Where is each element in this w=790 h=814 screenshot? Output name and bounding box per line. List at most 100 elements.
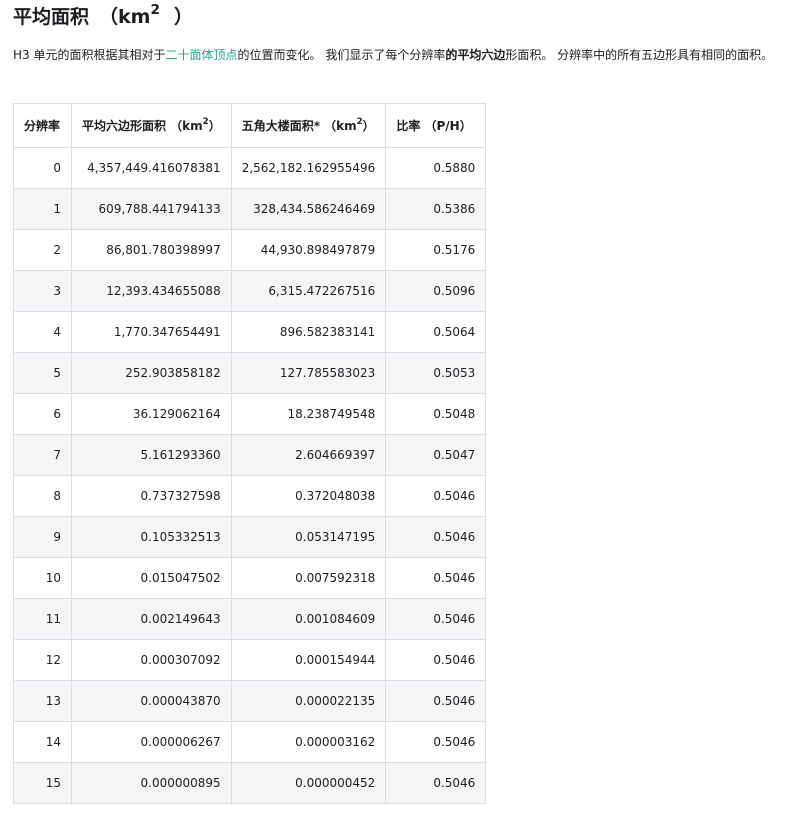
cell-ratio: 0.5048: [385, 393, 487, 435]
cell-hexagon-area: 0.002149643: [71, 598, 232, 640]
title-unit-open: （km: [99, 6, 151, 28]
cell-pentagon-area: 2,562,182.162955496: [230, 147, 387, 189]
icosahedron-vertex-link[interactable]: 二十面体顶点: [165, 48, 237, 62]
header-hexagon-area-exponent: 2: [202, 116, 209, 127]
table-row: 10 0.015047502 0.007592318 0.5046: [13, 557, 487, 599]
header-ratio: 比率 （P/H）: [385, 103, 487, 148]
cell-ratio: 0.5176: [385, 229, 487, 271]
cell-resolution: 10: [13, 557, 72, 599]
header-pentagon-area-close: ）: [362, 119, 375, 133]
cell-hexagon-area: 252.903858182: [71, 352, 232, 394]
cell-ratio: 0.5046: [385, 598, 487, 640]
cell-ratio: 0.5064: [385, 311, 487, 353]
header-pentagon-area: 五角大楼面积* （km2）: [230, 103, 387, 148]
cell-ratio: 0.5046: [385, 557, 487, 599]
cell-resolution: 2: [13, 229, 72, 271]
cell-ratio: 0.5046: [385, 639, 487, 681]
cell-hexagon-area: 4,357,449.416078381: [71, 147, 232, 189]
title-text: 平均面积: [13, 6, 90, 28]
table-row: 9 0.105332513 0.053147195 0.5046: [13, 516, 487, 558]
table-row: 3 12,393.434655088 6,315.472267516 0.5096: [13, 270, 487, 312]
cell-hexagon-area: 86,801.780398997: [71, 229, 232, 271]
intro-paragraph: H3 单元的面积根据其相对于二十面体顶点的位置而变化。 我们显示了每个分辨率的平…: [13, 46, 783, 65]
cell-pentagon-area: 896.582383141: [230, 311, 387, 353]
table-row: 5 252.903858182 127.785583023 0.5053: [13, 352, 487, 394]
cell-ratio: 0.5386: [385, 188, 487, 230]
table-row: 7 5.161293360 2.604669397 0.5047: [13, 434, 487, 476]
cell-resolution: 6: [13, 393, 72, 435]
cell-pentagon-area: 0.007592318: [230, 557, 387, 599]
intro-text-3: 形面积。 分辨率中的所有五边形具有相同的面积。: [505, 48, 774, 62]
cell-resolution: 7: [13, 434, 72, 476]
header-resolution: 分辨率: [13, 103, 72, 148]
cell-ratio: 0.5046: [385, 516, 487, 558]
table-row: 14 0.000006267 0.000003162 0.5046: [13, 721, 487, 763]
header-pentagon-area-exponent: 2: [356, 116, 363, 127]
cell-hexagon-area: 36.129062164: [71, 393, 232, 435]
cell-pentagon-area: 0.372048038: [230, 475, 387, 517]
area-table: 分辨率 平均六边形面积 （km2） 五角大楼面积* （km2） 比率 （P/H）…: [13, 103, 487, 804]
table-row: 4 1,770.347654491 896.582383141 0.5064: [13, 311, 487, 353]
title-unit-close: ）: [173, 6, 193, 28]
cell-resolution: 8: [13, 475, 72, 517]
title-unit: （km2: [99, 3, 160, 28]
cell-pentagon-area: 18.238749548: [230, 393, 387, 435]
cell-ratio: 0.5046: [385, 475, 487, 517]
cell-hexagon-area: 609,788.441794133: [71, 188, 232, 230]
cell-resolution: 14: [13, 721, 72, 763]
table-row: 11 0.002149643 0.001084609 0.5046: [13, 598, 487, 640]
cell-resolution: 1: [13, 188, 72, 230]
cell-ratio: 0.5046: [385, 680, 487, 722]
cell-hexagon-area: 1,770.347654491: [71, 311, 232, 353]
cell-ratio: 0.5047: [385, 434, 487, 476]
cell-pentagon-area: 328,434.586246469: [230, 188, 387, 230]
table-row: 15 0.000000895 0.000000452 0.5046: [13, 762, 487, 804]
cell-resolution: 5: [13, 352, 72, 394]
table-body: 0 4,357,449.416078381 2,562,182.162955496 0…: [13, 147, 487, 804]
cell-hexagon-area: 0.000307092: [71, 639, 232, 681]
cell-pentagon-area: 0.001084609: [230, 598, 387, 640]
cell-pentagon-area: 0.053147195: [230, 516, 387, 558]
cell-resolution: 15: [13, 762, 72, 804]
table-header: 分辨率 平均六边形面积 （km2） 五角大楼面积* （km2） 比率 （P/H）: [13, 103, 487, 148]
cell-pentagon-area: 127.785583023: [230, 352, 387, 394]
cell-resolution: 13: [13, 680, 72, 722]
cell-resolution: 12: [13, 639, 72, 681]
header-hexagon-area-label: 平均六边形面积 （km: [82, 119, 203, 133]
table-row: 0 4,357,449.416078381 2,562,182.162955496 0…: [13, 147, 487, 189]
cell-resolution: 3: [13, 270, 72, 312]
cell-ratio: 0.5046: [385, 721, 487, 763]
header-hexagon-area: 平均六边形面积 （km2）: [71, 103, 232, 148]
table-row: 6 36.129062164 18.238749548 0.5048: [13, 393, 487, 435]
cell-hexagon-area: 0.000006267: [71, 721, 232, 763]
cell-pentagon-area: 44,930.898497879: [230, 229, 387, 271]
page-title: 平均面积 （km2 ）: [13, 3, 193, 30]
table-row: 8 0.737327598 0.372048038 0.5046: [13, 475, 487, 517]
cell-ratio: 0.5046: [385, 762, 487, 804]
cell-pentagon-area: 0.000003162: [230, 721, 387, 763]
cell-pentagon-area: 6,315.472267516: [230, 270, 387, 312]
table-row: 1 609,788.441794133 328,434.586246469 0.538…: [13, 188, 487, 230]
cell-hexagon-area: 0.000000895: [71, 762, 232, 804]
table-row: 13 0.000043870 0.000022135 0.5046: [13, 680, 487, 722]
cell-hexagon-area: 12,393.434655088: [71, 270, 232, 312]
header-pentagon-area-label: 五角大楼面积* （km: [241, 119, 357, 133]
header-hexagon-area-close: ）: [208, 119, 221, 133]
cell-pentagon-area: 0.000154944: [230, 639, 387, 681]
cell-ratio: 0.5053: [385, 352, 487, 394]
cell-pentagon-area: 0.000000452: [230, 762, 387, 804]
cell-hexagon-area: 0.737327598: [71, 475, 232, 517]
cell-resolution: 11: [13, 598, 72, 640]
intro-text-2: 的位置而变化。 我们显示了每个分辨率: [237, 48, 446, 62]
cell-resolution: 4: [13, 311, 72, 353]
cell-pentagon-area: 0.000022135: [230, 680, 387, 722]
table-row: 12 0.000307092 0.000154944 0.5046: [13, 639, 487, 681]
cell-pentagon-area: 2.604669397: [230, 434, 387, 476]
cell-resolution: 9: [13, 516, 72, 558]
intro-text-1: H3 单元的面积根据其相对于: [13, 48, 166, 62]
cell-ratio: 0.5096: [385, 270, 487, 312]
cell-hexagon-area: 0.015047502: [71, 557, 232, 599]
title-unit-exponent: 2: [150, 1, 160, 18]
cell-resolution: 0: [13, 147, 72, 189]
table-row: 2 86,801.780398997 44,930.898497879 0.5176: [13, 229, 487, 271]
